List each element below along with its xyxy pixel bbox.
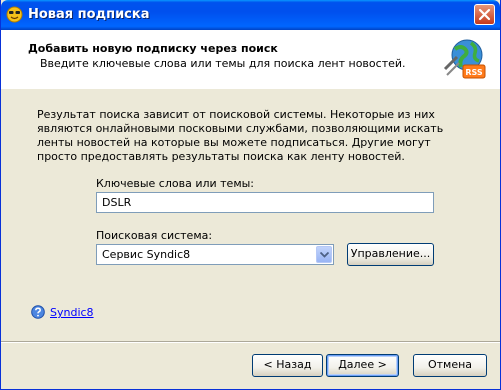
header-divider [1, 88, 500, 89]
next-button[interactable]: Далее > [326, 354, 399, 377]
search-description: Результат поиска зависит от поисковой си… [37, 108, 444, 163]
keywords-label: Ключевые слова или темы: [96, 177, 255, 190]
search-engine-label: Поисковая система: [96, 229, 213, 242]
rss-badge-text: RSS [465, 68, 483, 77]
back-button[interactable]: < Назад [252, 354, 323, 377]
app-icon [6, 6, 23, 23]
question-icon [31, 305, 45, 319]
header-title: Добавить новую подписку через поиск [28, 42, 278, 55]
search-engine-value: Сервис Syndic8 [102, 248, 191, 261]
footer-divider-highlight [1, 342, 500, 343]
dropdown-button[interactable] [316, 246, 332, 263]
chevron-down-icon [320, 252, 329, 258]
header-subtitle: Введите ключевые слова или темы для поис… [40, 57, 406, 70]
window-title: Новая подписка [28, 7, 150, 22]
manage-button[interactable]: Управление... [347, 243, 434, 266]
new-subscription-dialog: Новая подписка Добавить новую подписку ч… [0, 0, 501, 390]
title-bar[interactable]: Новая подписка [1, 0, 500, 30]
globe-rss-icon: RSS [441, 35, 489, 83]
close-icon [478, 8, 491, 21]
syndic8-help-link[interactable]: Syndic8 [50, 306, 94, 319]
cancel-button[interactable]: Отмена [413, 354, 487, 377]
wizard-header: Добавить новую подписку через поиск Введ… [1, 30, 500, 89]
close-button[interactable] [474, 4, 495, 25]
search-engine-select[interactable]: Сервис Syndic8 [96, 244, 334, 265]
keywords-input[interactable] [96, 192, 434, 213]
